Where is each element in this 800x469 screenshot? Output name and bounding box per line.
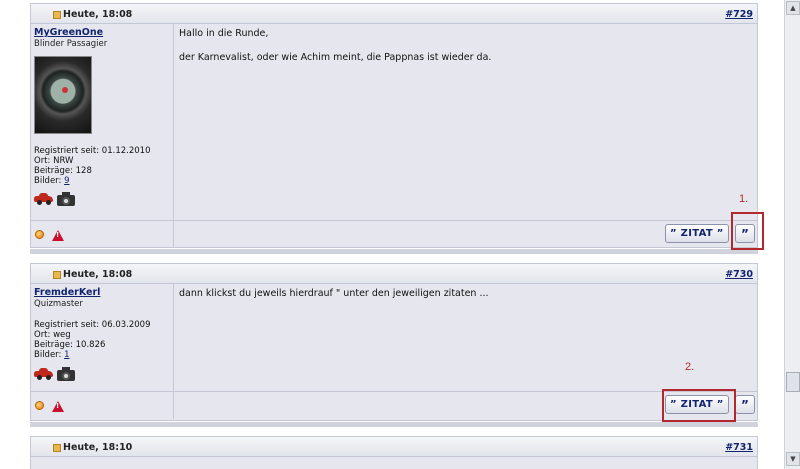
scrollbar-thumb[interactable] [786, 372, 800, 392]
post-header: Heute, 18:08 #729 [31, 4, 757, 24]
post-message: dann klickst du jeweils hierdrauf " unte… [179, 288, 489, 299]
online-status-icon [35, 401, 44, 410]
post-header: Heute, 18:08 #730 [31, 264, 757, 284]
post-number-link[interactable]: #730 [725, 269, 753, 280]
camera-icon[interactable] [57, 192, 75, 206]
user-title: Blinder Passagier [34, 39, 108, 49]
scroll-up-icon[interactable]: ▲ [786, 1, 800, 15]
user-pictures-link[interactable]: 1 [64, 350, 69, 360]
user-post-count: Beiträge: 128 [34, 166, 92, 176]
online-status-icon [35, 230, 44, 239]
car-icon[interactable] [34, 192, 53, 205]
user-registered: Registriert seit: 01.12.2010 [34, 146, 151, 156]
separator [30, 422, 758, 427]
annotation-label-2: 2. [685, 361, 695, 373]
user-info-pane: FremderKerl Quizmaster Registriert seit:… [31, 284, 174, 391]
username-link[interactable]: MyGreenOne [34, 27, 170, 38]
user-location: Ort: NRW [34, 156, 74, 166]
post-footer: ” ZITAT ” ” [31, 221, 757, 248]
report-warning-icon[interactable] [52, 400, 64, 412]
annotation-box-2 [662, 389, 736, 422]
username-link[interactable]: FremderKerl [34, 287, 170, 298]
vertical-scrollbar[interactable]: ▲ ▼ [784, 0, 800, 469]
camera-icon[interactable] [57, 367, 75, 381]
user-location: Ort: weg [34, 330, 71, 340]
user-title: Quizmaster [34, 299, 83, 309]
user-registered: Registriert seit: 06.03.2009 [34, 320, 151, 330]
post-header: Heute, 18:10 #731 [31, 437, 757, 457]
post-729: Heute, 18:08 #729 MyGreenOne Blinder Pas… [30, 3, 758, 248]
report-warning-icon[interactable] [52, 229, 64, 241]
scroll-down-icon[interactable]: ▼ [786, 452, 800, 466]
multi-quote-button[interactable]: ” [735, 395, 755, 414]
annotation-label-1: 1. [739, 193, 749, 205]
post-number-link[interactable]: #731 [725, 442, 753, 453]
annotation-box-1 [731, 212, 764, 250]
quote-button[interactable]: ” ZITAT ” [665, 224, 729, 243]
user-pictures: Bilder: 9 [34, 176, 70, 186]
post-731: Heute, 18:10 #731 [30, 436, 758, 469]
post-date: Heute, 18:10 [63, 442, 133, 453]
user-pictures: Bilder: 1 [34, 350, 70, 360]
post-number-link[interactable]: #729 [725, 9, 753, 20]
post-message: Hallo in die Runde, der Karnevalist, ode… [179, 28, 492, 63]
separator [30, 249, 758, 254]
post-730: Heute, 18:08 #730 FremderKerl Quizmaster… [30, 263, 758, 421]
user-pictures-link[interactable]: 9 [64, 176, 69, 186]
post-date: Heute, 18:08 [63, 269, 133, 280]
user-post-count: Beiträge: 10.826 [34, 340, 106, 350]
car-icon[interactable] [34, 367, 53, 380]
user-info-pane: MyGreenOne Blinder Passagier Registriert… [31, 24, 174, 220]
post-footer: ” ZITAT ” ” [31, 392, 757, 419]
avatar[interactable] [34, 56, 92, 134]
post-date: Heute, 18:08 [63, 9, 133, 20]
